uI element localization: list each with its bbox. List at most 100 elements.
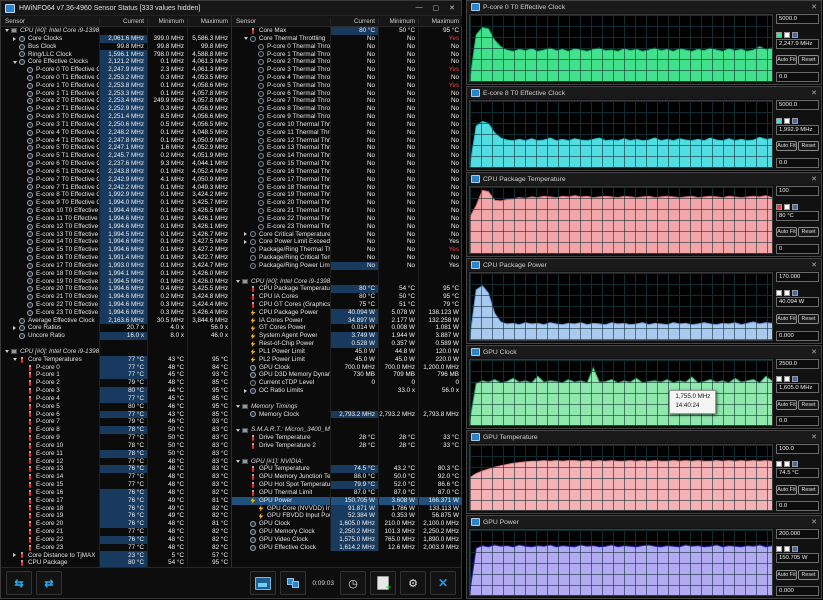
sensor-row[interactable]: Package/Ring Thermal ThrottlingNoNoYes (232, 246, 462, 255)
sensor-row[interactable]: E-core 15 Thermal ThrottlingNoNoNo (232, 160, 462, 168)
sensor-row[interactable]: P-core 3 T0 Effective Clock2,251.4 MHz8.… (1, 113, 231, 121)
sensor-row[interactable]: GPU Clock 1,605.0 MHz 210.0 MHz 2,100.0 MHz (232, 520, 462, 528)
sensor-row[interactable]: E-core 22 Thermal ThrottlingNoNoNo (232, 214, 462, 223)
sensor-row[interactable]: Current cTDP Level 0 0 0 (232, 379, 462, 388)
sensor-row[interactable]: E-core 13 T0 Effective Clock1,994.5 MHz0… (1, 230, 231, 239)
graph-plot-area[interactable] (469, 444, 773, 511)
sensor-row[interactable]: P-core 0 Thermal ThrottlingNoNoNo (232, 42, 462, 51)
sensor-row[interactable]: P-core 0 T1 Effective Clock2,253.2 MHz0.… (1, 73, 231, 82)
grid-color-swatch[interactable] (792, 31, 798, 38)
close-icon[interactable]: ✕ (811, 3, 817, 11)
sensor-row[interactable]: E-core 21 T0 Effective Clock1,994.6 MHz0… (1, 293, 231, 301)
sensor-row[interactable]: P-core 7 T0 Effective Clock2,242.9 MHz4.… (1, 175, 231, 184)
sensor-row[interactable]: P-core 6 T1 Effective Clock2,243.8 MHz0.… (1, 167, 231, 176)
sensor-row[interactable]: GPU Effective Clock 1,614.2 MHz 12.6 MHz 2,… (232, 543, 462, 552)
header-sensor[interactable]: Sensor (232, 18, 330, 25)
sensor-row[interactable]: E-core 11 T0 Effective Clock1,994.6 MHz0… (1, 214, 231, 223)
sensor-row[interactable]: P-core 1 T1 Effective Clock2,253.3 MHz0.… (1, 89, 231, 98)
sensor-row[interactable]: P-core 5 Thermal ThrottlingNoNoYes (232, 81, 462, 90)
graph-color-swatch[interactable] (776, 461, 782, 468)
expand-toggle-icon[interactable] (11, 37, 18, 41)
graph-titlebar[interactable]: CPU Package Power ✕ (467, 259, 821, 271)
collapse-toggle-icon[interactable] (3, 29, 10, 32)
sensor-group-row[interactable]: S.M.A.R.T.: Micron_3400_MTFDKBA... (232, 426, 462, 435)
sensor-row[interactable]: Core Power Limit Exceeded No No Yes (232, 238, 462, 247)
clock-button[interactable]: ◷ (340, 571, 366, 595)
header-minimum[interactable]: Minimum (147, 17, 187, 25)
sensor-row[interactable]: E-core 11 Thermal ThrottlingNoNoNo (232, 128, 462, 137)
sensor-row[interactable]: GPU D3D Memory Dynamic 730 MB 709 MB 796 MB (232, 371, 462, 380)
close-icon[interactable]: ✕ (811, 261, 817, 269)
graph-color-swatch[interactable] (776, 376, 782, 383)
sensor-row[interactable]: P-core 1 T0 Effective Clock2,253.8 MHz0.… (1, 81, 231, 90)
sensor-row[interactable]: GPU Memory Junction Temperature88.0 °C50… (232, 473, 462, 482)
collapse-toggle-icon[interactable] (11, 61, 18, 64)
grid-color-swatch[interactable] (792, 203, 798, 210)
sensor-group-row[interactable]: GPU [#1]: NVIDIA: (232, 457, 462, 466)
grid-color-swatch[interactable] (792, 290, 798, 296)
sensor-row[interactable]: E-core 21 77 °C 48 °C 82 °C (1, 528, 231, 536)
header-maximum[interactable]: Maximum (187, 17, 231, 25)
column-header[interactable]: Sensor Current Minimum Maximum (232, 16, 462, 27)
close-icon[interactable]: ✕ (449, 4, 455, 12)
graph-window-button[interactable] (250, 571, 277, 595)
sensor-row[interactable]: P-core 5 T0 Effective Clock2,247.1 MHz1.… (1, 144, 231, 153)
sensor-row[interactable]: P-core 5 80 °C 46 °C 95 °C (1, 402, 231, 411)
sensor-row[interactable]: IA Cores Power 34.897 W 2.177 W 132.258 W (232, 316, 462, 325)
sensor-row[interactable]: P-core 4 Thermal ThrottlingNoNoNo (232, 73, 462, 82)
sensor-row[interactable]: E-core 16 Thermal ThrottlingNoNoNo (232, 167, 462, 176)
graph-color-swatch[interactable] (776, 203, 782, 210)
sensor-row[interactable]: E-core 23 T0 Effective Clock1,994.6 MHz0… (1, 308, 231, 317)
sensor-row[interactable]: P-core 7 T1 Effective Clock2,242.2 MHz0.… (1, 183, 231, 192)
sensor-group-row[interactable]: CPU [#0]: Intel Core i9-13980HX: DTS (1, 347, 231, 356)
grid-color-swatch[interactable] (792, 546, 798, 553)
sensor-row[interactable]: CPU IA Cores 80 °C 50 °C 95 °C (232, 293, 462, 301)
sensor-row[interactable]: Core Clocks 2,061.6 MHz 399.0 MHz 5,586.3 M… (1, 34, 231, 43)
sensor-row[interactable]: Average Effective Clock 2,163.6 MHz 30.5 M… (1, 316, 231, 325)
reset-button[interactable]: Reset (798, 569, 819, 580)
sensor-row[interactable]: P-core 7 79 °C 46 °C 93 °C (1, 418, 231, 427)
sensor-row[interactable]: P-core 7 Thermal ThrottlingNoNoNo (232, 97, 462, 106)
sensor-row[interactable]: E-core 9 77 °C 50 °C 83 °C (1, 434, 231, 442)
exit-button[interactable]: ✕ (430, 571, 456, 595)
graph-color-swatch[interactable] (776, 546, 782, 553)
sensor-row[interactable]: E-core 19 T0 Effective Clock1,994.5 MHz0… (1, 277, 231, 286)
sensor-row[interactable]: E-core 12 77 °C 48 °C 83 °C (1, 457, 231, 466)
graph-plot-area[interactable] (469, 14, 773, 82)
background-color-swatch[interactable] (784, 203, 790, 210)
sensor-row[interactable]: P-core 2 79 °C 48 °C 85 °C (1, 379, 231, 388)
collapse-toggle-icon[interactable] (234, 405, 241, 408)
column-header[interactable]: Sensor Current Minimum Maximum (1, 16, 231, 27)
collapse-toggle-icon[interactable] (3, 350, 10, 353)
sensor-row[interactable]: GPU Memory Clock 2,250.2 MHz 101.3 MHz 2,25… (232, 528, 462, 536)
background-color-swatch[interactable] (784, 31, 790, 38)
background-color-swatch[interactable] (784, 290, 790, 296)
sensor-row[interactable]: E-core 22 76 °C 48 °C 82 °C (1, 535, 231, 544)
reset-button[interactable]: Reset (798, 141, 819, 152)
sensor-row[interactable]: E-core 17 76 °C 49 °C 81 °C (1, 496, 231, 505)
header-sensor[interactable]: Sensor (1, 18, 99, 25)
header-current[interactable]: Current (99, 17, 147, 25)
sensor-row[interactable]: E-core 17 Thermal ThrottlingNoNoNo (232, 175, 462, 184)
sensor-row[interactable]: Drive Temperature 2 28 °C 28 °C 33 °C (232, 441, 462, 450)
reset-button[interactable]: Reset (798, 399, 819, 410)
grid-color-swatch[interactable] (792, 117, 798, 124)
collapse-toggle-icon[interactable] (234, 280, 241, 283)
close-icon[interactable]: ✕ (811, 518, 817, 526)
sensor-row[interactable]: E-core 10 T0 Effective Clock1,994.4 MHz0… (1, 207, 231, 215)
sensor-row[interactable]: P-core 6 77 °C 43 °C 85 °C (1, 410, 231, 419)
sensor-row[interactable]: Package/Ring Power Limit ExceededNoNoYes (232, 261, 462, 270)
sensor-row[interactable]: E-core 17 T0 Effective Clock1,993.0 MHz0… (1, 261, 231, 270)
sensor-row[interactable]: CPU Package 80 °C 54 °C 95 °C (1, 559, 231, 567)
sensor-row[interactable]: P-core 0 77 °C 48 °C 84 °C (1, 363, 231, 372)
sensor-row[interactable]: GPU Temperature 74.5 °C 43.2 °C 80.3 °C (232, 465, 462, 474)
sensor-row[interactable]: CPU Package Power 40.094 W 5.078 W 138.123 … (232, 308, 462, 317)
sensor-row[interactable]: Core Max 80 °C 50 °C 95 °C (232, 27, 462, 35)
sensor-row[interactable]: Core Distance to TjMAX 23 °C 5 °C 57 °C (1, 551, 231, 560)
grid-color-swatch[interactable] (792, 376, 798, 383)
graph-color-swatch[interactable] (776, 31, 782, 38)
sensor-row[interactable]: P-core 5 T1 Effective Clock2,245.7 MHz0.… (1, 152, 231, 161)
background-color-swatch[interactable] (784, 117, 790, 124)
close-icon[interactable]: ✕ (811, 348, 817, 356)
graph-plot-area[interactable] (469, 272, 773, 341)
